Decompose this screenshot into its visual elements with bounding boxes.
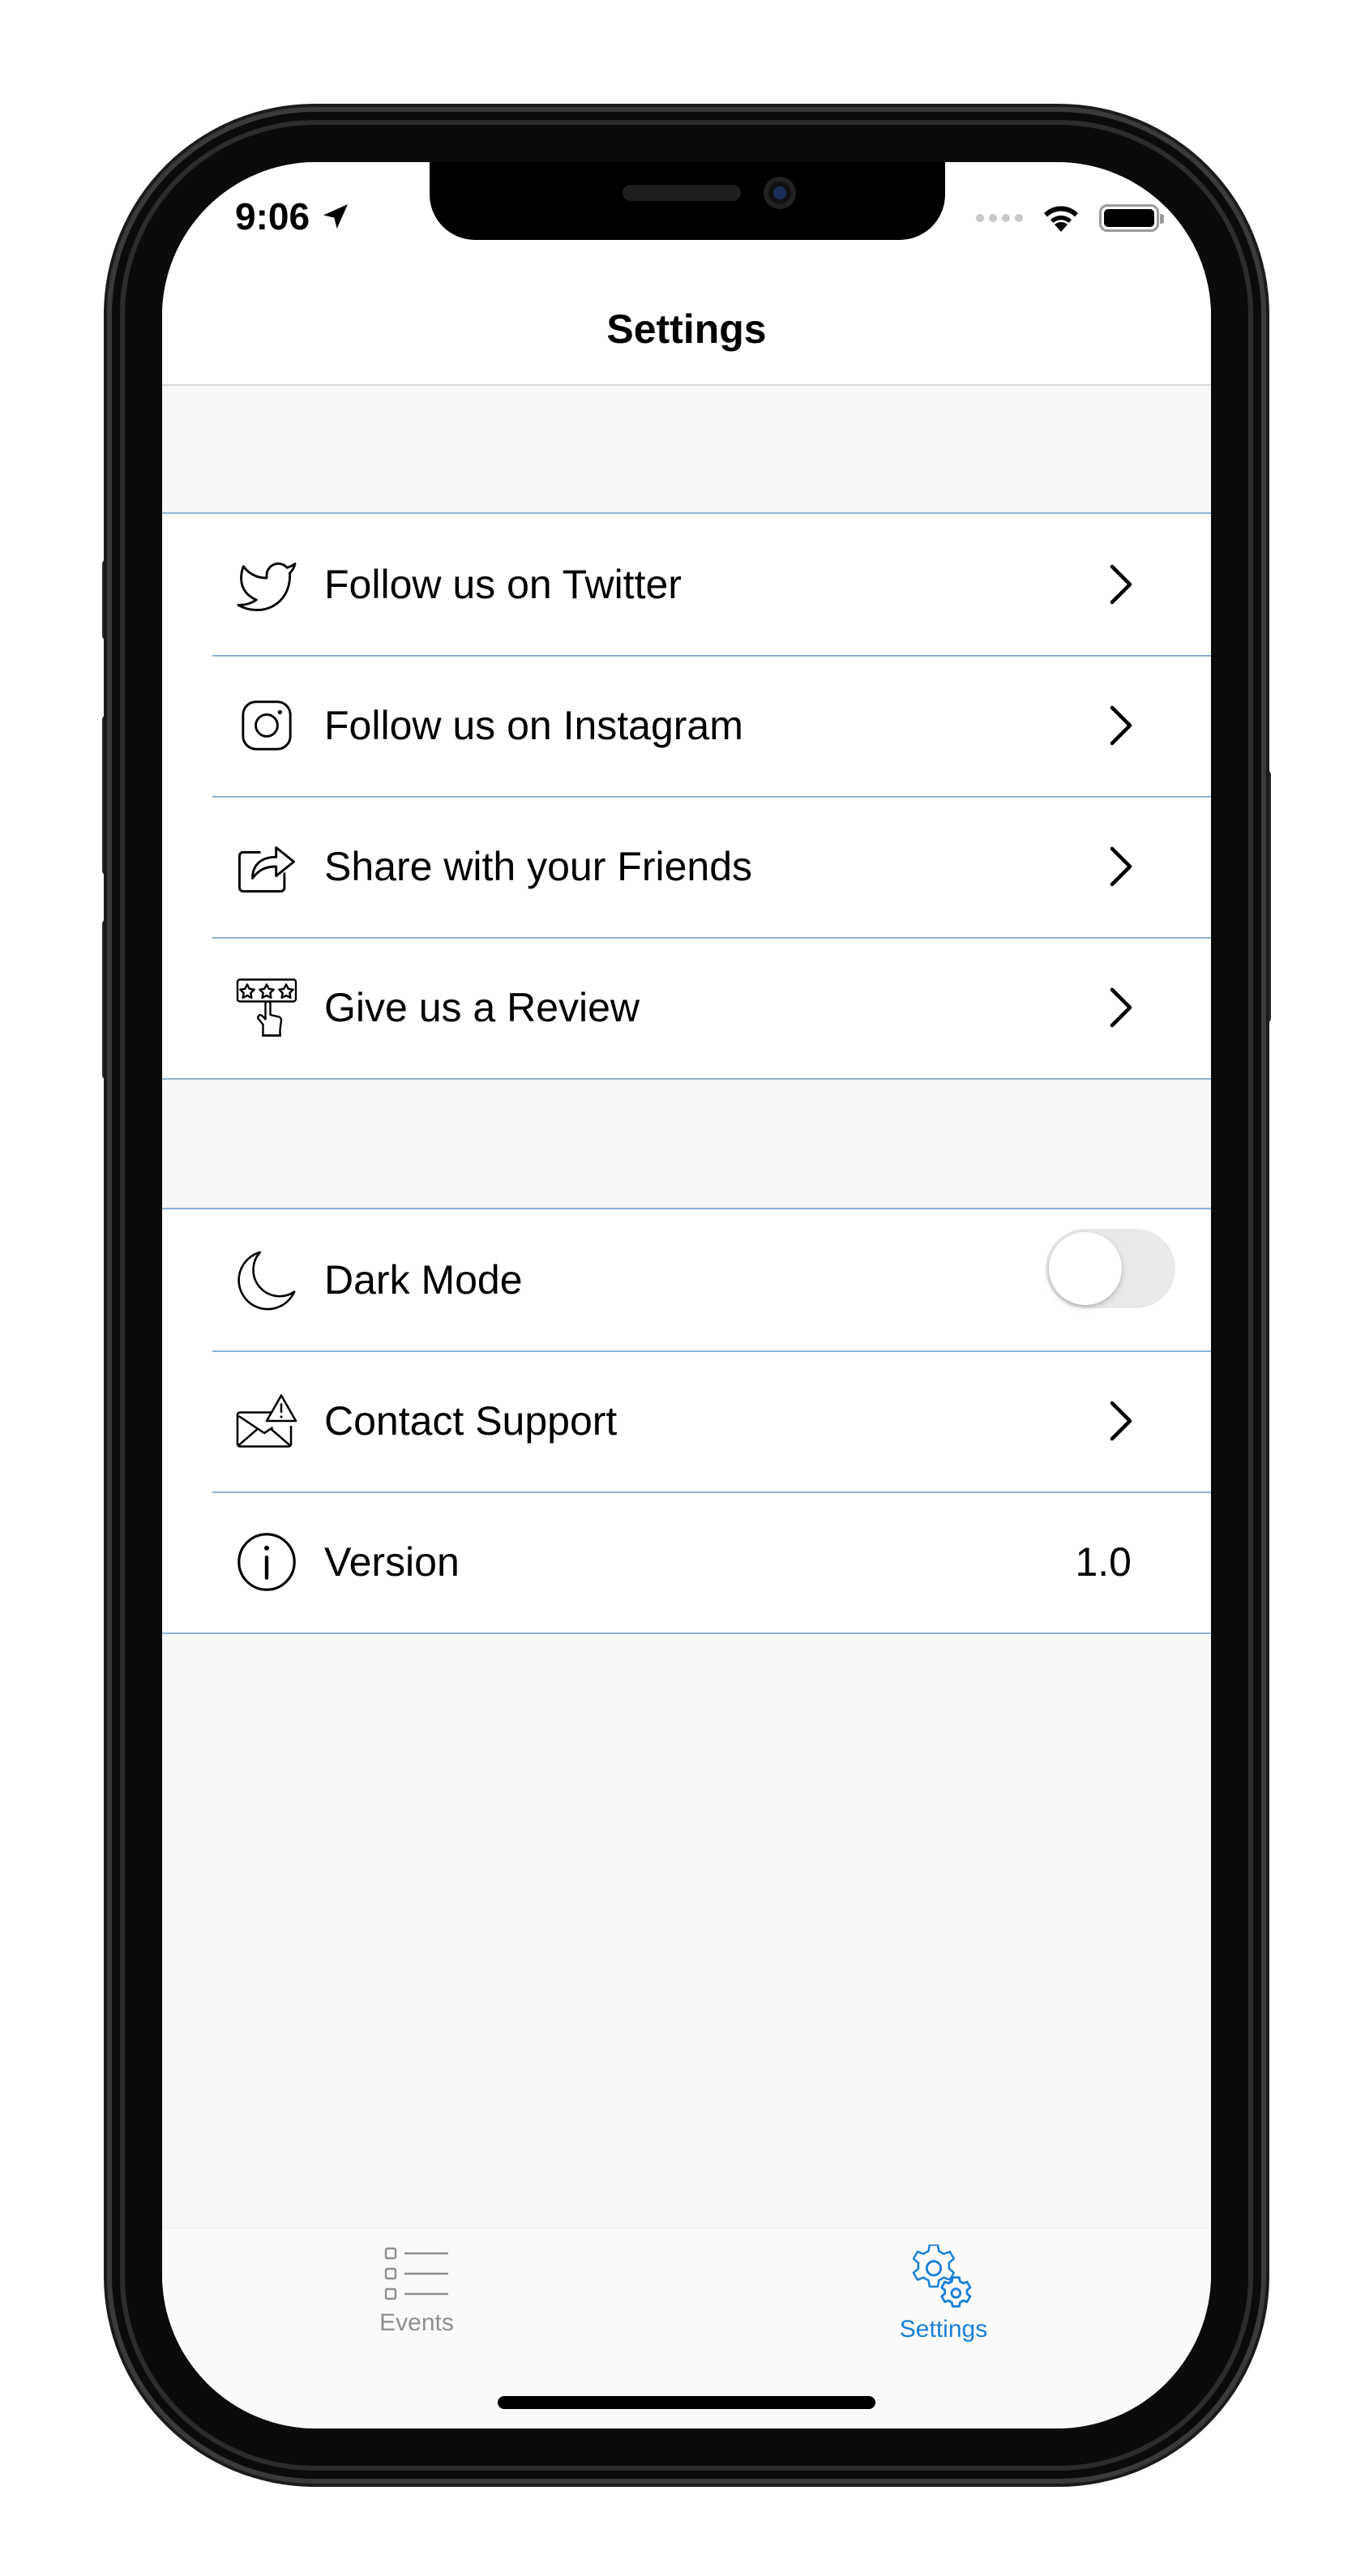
page-title: Settings	[606, 306, 767, 352]
home-indicator[interactable]	[498, 2396, 875, 2409]
device-stage: 9:06 Settings Follow us on Twitter Follo…	[0, 0, 1365, 2576]
side-power-button	[1260, 770, 1271, 1023]
dark-mode-toggle[interactable]	[1046, 1229, 1175, 1308]
chevron-right-icon	[1110, 987, 1132, 1028]
row-label: Dark Mode	[324, 1257, 523, 1303]
app-screen: 9:06 Settings Follow us on Twitter Follo…	[162, 162, 1211, 2428]
status-time-group: 9:06	[235, 195, 352, 238]
gear-icon	[912, 2244, 972, 2308]
location-arrow-icon	[323, 204, 349, 229]
list-icon	[384, 2247, 448, 2300]
chevron-right-icon	[1110, 846, 1132, 887]
row-dark-mode: Dark Mode	[162, 1209, 1211, 1350]
row-label: Follow us on Twitter	[324, 562, 682, 607]
wifi-icon	[1044, 206, 1078, 232]
tab-label: Events	[379, 2309, 454, 2336]
chevron-right-icon	[1110, 1401, 1132, 1441]
row-label: Share with your Friends	[324, 844, 753, 889]
version-value: 1.0	[1075, 1539, 1132, 1585]
battery-icon	[1099, 204, 1164, 232]
status-indicators	[976, 203, 1164, 233]
row-follow-instagram[interactable]: Follow us on Instagram	[162, 655, 1211, 796]
app-settings-group: Dark Mode Contact Support Version 1.0	[162, 1208, 1211, 1634]
tab-label: Settings	[899, 2316, 988, 2343]
row-label: Contact Support	[324, 1398, 618, 1444]
twitter-bird-icon	[235, 553, 298, 616]
row-contact-support[interactable]: Contact Support	[162, 1350, 1211, 1491]
tab-events[interactable]: Events	[319, 2244, 514, 2337]
row-share-friends[interactable]: Share with your Friends	[162, 796, 1211, 937]
navigation-bar: Settings	[162, 284, 1211, 386]
moon-icon	[235, 1248, 298, 1312]
toggle-knob	[1049, 1232, 1122, 1305]
instagram-icon	[235, 694, 298, 757]
review-stars-icon	[235, 976, 298, 1039]
chevron-right-icon	[1110, 564, 1132, 605]
phone-frame: 9:06 Settings Follow us on Twitter Follo…	[112, 112, 1261, 2479]
chevron-right-icon	[1110, 705, 1132, 746]
row-give-review[interactable]: Give us a Review	[162, 937, 1211, 1078]
row-label: Give us a Review	[324, 985, 640, 1030]
row-follow-twitter[interactable]: Follow us on Twitter	[162, 514, 1211, 655]
row-label: Version	[324, 1539, 460, 1585]
share-icon	[235, 835, 298, 898]
front-camera	[764, 177, 796, 209]
tab-settings[interactable]: Settings	[846, 2244, 1041, 2343]
earpiece-speaker	[623, 185, 741, 201]
row-label: Follow us on Instagram	[324, 703, 743, 748]
row-version: Version 1.0	[162, 1491, 1211, 1632]
mail-warning-icon	[235, 1389, 298, 1453]
status-time: 9:06	[235, 195, 310, 237]
info-icon	[235, 1530, 298, 1594]
social-settings-group: Follow us on Twitter Follow us on Instag…	[162, 512, 1211, 1080]
cellular-signal-icon	[976, 214, 1023, 222]
notch	[430, 162, 945, 240]
